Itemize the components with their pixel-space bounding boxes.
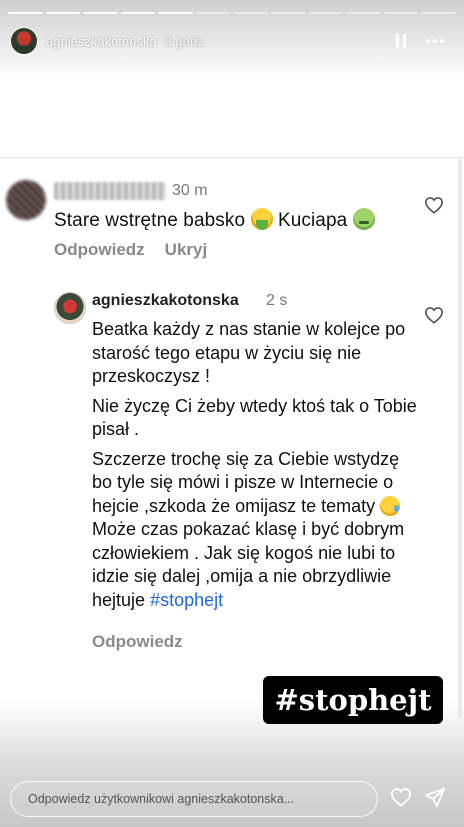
story-view: agnieszkakotonska 3 godz. 30 m Stare wst… [0,0,464,827]
comment-username-blurred [54,182,166,200]
progress-segment [45,12,81,14]
heart-icon[interactable] [424,196,444,214]
heart-icon[interactable] [424,306,444,324]
reply-username[interactable]: agnieszkakotonska [92,292,239,310]
reply-paragraph-3b: Może czas pokazać klasę i być dobrym czł… [92,519,405,610]
reply-body: Beatka każdy z nas stanie w kolejce po s… [92,318,422,618]
story-header: agnieszkakotonska 3 godz. [10,26,454,56]
progress-segment [308,12,344,14]
progress-segment [83,12,118,14]
progress-segment [383,12,419,14]
more-icon[interactable] [426,39,444,43]
reply-paragraph-2: Nie życzę Ci żeby wtedy ktoś tak o Tobie… [92,395,417,440]
scrollbar[interactable] [458,158,462,718]
reply-avatar[interactable] [54,292,86,324]
story-time: 3 godz. [164,33,208,49]
comment-time: 30 m [172,182,208,199]
reply-paragraph-3: Szczerze trochę się za Ciebie wstydzę bo… [92,448,422,613]
progress-segment [421,12,456,14]
story-avatar[interactable] [10,27,38,55]
comment-text-part2: Kuciapa [277,210,348,231]
story-progress [8,12,456,14]
hashtag-sticker[interactable]: #stophejt [263,676,443,724]
comment-text: Stare wstrętne babsko Kuciapa [54,208,375,232]
progress-segment [195,12,231,14]
story-reply-placeholder: Odpowiedz użytkownikowi agnieszkakotonsk… [28,792,295,806]
send-icon[interactable] [424,787,446,809]
progress-segment [158,12,193,14]
reply-paragraph-3a: Szczerze trochę się za Ciebie wstydzę bo… [92,448,400,516]
hashtag-link[interactable]: #stophejt [150,590,223,610]
heart-icon[interactable] [390,787,412,807]
progress-segment [8,12,43,14]
comment-hide-button[interactable]: Ukryj [165,240,208,260]
crying-face-emoji-icon [380,495,401,516]
story-reply-input[interactable]: Odpowiedz użytkownikowi agnieszkakotonsk… [10,781,378,817]
progress-segment [271,12,306,14]
reply-reply-button[interactable]: Odpowiedz [92,632,183,652]
progress-segment [346,12,381,14]
comment-reply-button[interactable]: Odpowiedz [54,240,145,260]
reply-time: 2 s [266,292,288,309]
sick-face-emoji-icon [352,208,375,230]
card-divider [0,157,464,158]
comment-text-part1: Stare wstrętne babsko [54,210,246,231]
reply-paragraph-1: Beatka każdy z nas stanie w kolejce po s… [92,319,406,386]
progress-segment [233,12,269,14]
comment-avatar-blurred [6,180,46,220]
pause-icon[interactable] [396,34,408,48]
progress-segment [120,12,156,14]
nauseated-face-emoji-icon [250,208,273,230]
story-username[interactable]: agnieszkakotonska [46,34,157,49]
